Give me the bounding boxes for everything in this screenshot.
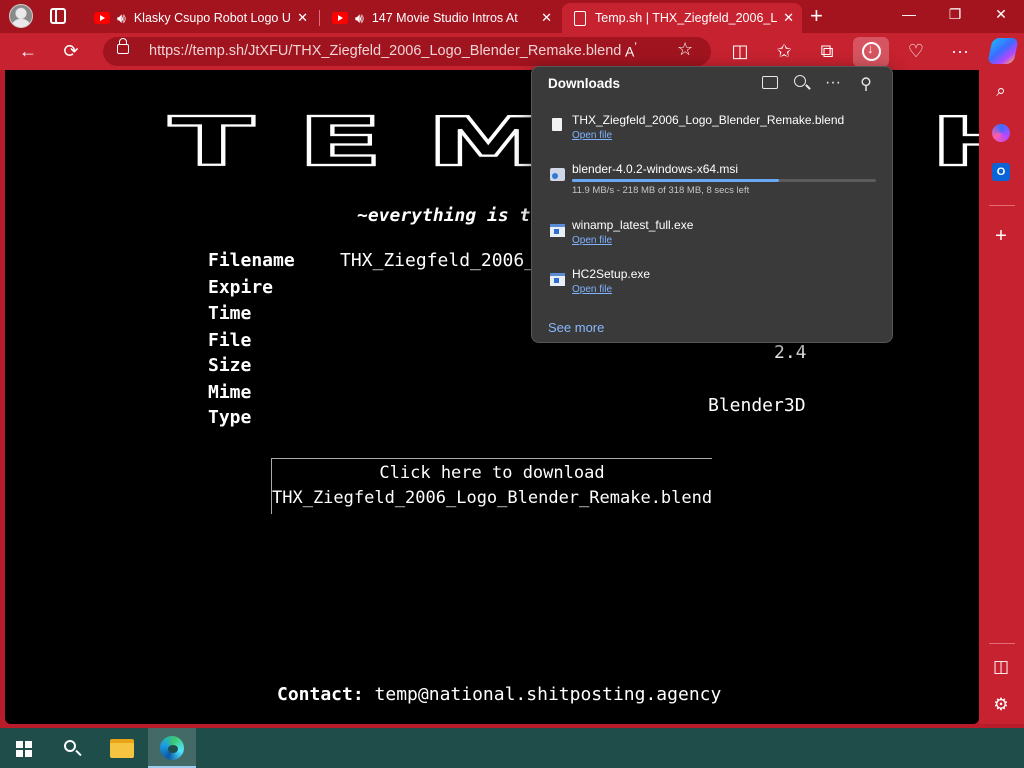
- contact-line: Contact: temp@national.shitposting.agenc…: [277, 684, 721, 705]
- info-label-expire: Expire: [208, 277, 274, 298]
- info-label-file: File: [208, 330, 252, 351]
- browser-essentials-icon[interactable]: ♡: [903, 39, 929, 63]
- browser-toolbar: ← ⟳ https://temp.sh/JtXFU/THX_Ziegfeld_2…: [0, 33, 1024, 70]
- edge-taskbar-button[interactable]: [148, 728, 196, 768]
- close-tab-icon[interactable]: ✕: [783, 10, 794, 26]
- minimize-button[interactable]: —: [894, 6, 924, 22]
- download-status: 11.9 MB/s - 218 MB of 318 MB, 8 secs lef…: [572, 185, 750, 196]
- split-screen-icon[interactable]: ◫: [727, 39, 753, 63]
- tab-title: Temp.sh | THX_Ziegfeld_2006_Lo: [595, 11, 778, 25]
- search-icon[interactable]: ⌕: [990, 80, 1012, 102]
- mime-value: Blender3D: [708, 395, 806, 416]
- size-value: 2.4: [774, 342, 807, 363]
- add-sidebar-app-icon[interactable]: +: [990, 225, 1012, 247]
- tab-klasky-csupo[interactable]: 🔊︎ Klasky Csupo Robot Logo U ✕: [84, 3, 316, 33]
- open-file-link[interactable]: Open file: [572, 130, 612, 141]
- downloads-flyout: Downloads ··· ⚲ THX_Ziegfeld_2006_Logo_B…: [531, 66, 893, 343]
- downloads-button[interactable]: [853, 37, 889, 67]
- edge-icon: [160, 736, 184, 760]
- speaker-icon[interactable]: 🔊︎: [117, 10, 126, 27]
- download-link-line2[interactable]: THX_Ziegfeld_2006_Logo_Blender_Remake.bl…: [272, 486, 712, 511]
- sidebar-divider: [989, 643, 1015, 644]
- file-explorer-icon[interactable]: [110, 739, 134, 758]
- tab-separator: [319, 10, 320, 26]
- download-filename[interactable]: HC2Setup.exe: [572, 267, 650, 281]
- copilot-icon[interactable]: [987, 38, 1019, 64]
- tab-strip: 🔊︎ Klasky Csupo Robot Logo U ✕ 🔊︎ 147 Mo…: [0, 0, 1024, 33]
- contact-label: Contact:: [277, 684, 364, 705]
- more-menu-icon[interactable]: ···: [947, 39, 973, 63]
- search-downloads-icon[interactable]: [794, 75, 806, 87]
- open-file-link[interactable]: Open file: [572, 284, 612, 295]
- read-aloud-icon[interactable]: Aʼ: [625, 41, 637, 60]
- info-label-filename: Filename: [208, 250, 295, 271]
- favorite-star-icon[interactable]: ☆: [677, 39, 693, 60]
- download-link-line1[interactable]: Click here to download: [272, 461, 712, 486]
- more-options-icon[interactable]: ···: [823, 74, 843, 92]
- refresh-button[interactable]: ⟳: [58, 39, 84, 63]
- back-button[interactable]: ←: [15, 39, 41, 63]
- lock-icon[interactable]: [117, 38, 129, 54]
- info-label-time: Time: [208, 303, 252, 324]
- info-label-mime: Mime: [208, 382, 252, 403]
- download-progress-fill: [572, 179, 779, 182]
- profile-avatar[interactable]: [9, 4, 33, 28]
- close-tab-icon[interactable]: ✕: [297, 10, 308, 26]
- download-file-link[interactable]: Click here to download THX_Ziegfeld_2006…: [271, 458, 712, 514]
- youtube-icon: [332, 12, 348, 24]
- exe-icon: [550, 224, 565, 237]
- address-bar[interactable]: https://temp.sh/JtXFU/THX_Ziegfeld_2006_…: [103, 37, 711, 66]
- download-filename[interactable]: blender-4.0.2-windows-x64.msi: [572, 162, 738, 176]
- tab-title: Klasky Csupo Robot Logo U: [133, 11, 291, 25]
- info-label-size: Size: [208, 355, 252, 376]
- tab-title: 147 Movie Studio Intros At: [371, 11, 518, 25]
- new-tab-button[interactable]: +: [810, 4, 823, 28]
- download-filename[interactable]: THX_Ziegfeld_2006_Logo_Blender_Remake.bl…: [572, 113, 844, 127]
- taskbar-search-icon[interactable]: [64, 740, 76, 752]
- document-icon: [574, 10, 586, 26]
- outlook-icon[interactable]: O: [992, 163, 1010, 181]
- installer-icon: [550, 168, 565, 181]
- tab-temp-sh[interactable]: Temp.sh | THX_Ziegfeld_2006_Lo ✕: [562, 3, 802, 33]
- edge-sidebar: ⌕ O + ◫ ⚙: [979, 70, 1024, 724]
- windows-start-icon[interactable]: [16, 741, 32, 757]
- site-tagline: ~everything is t: [357, 205, 531, 226]
- sidebar-divider: [989, 205, 1015, 206]
- exe-icon: [550, 273, 565, 286]
- copilot-sidebar-icon[interactable]: [992, 124, 1010, 142]
- hide-sidebar-icon[interactable]: ◫: [990, 656, 1012, 678]
- close-window-button[interactable]: ✕: [986, 6, 1016, 23]
- windows-taskbar: [0, 728, 1024, 768]
- contact-email[interactable]: temp@national.shitposting.agency: [375, 684, 722, 705]
- youtube-icon: [94, 12, 110, 24]
- restore-button[interactable]: ❐: [940, 6, 970, 23]
- open-folder-icon[interactable]: [762, 76, 778, 89]
- open-file-link[interactable]: Open file: [572, 235, 612, 246]
- close-tab-icon[interactable]: ✕: [541, 10, 552, 26]
- url-text[interactable]: https://temp.sh/JtXFU/THX_Ziegfeld_2006_…: [149, 43, 621, 59]
- pin-icon[interactable]: ⚲: [856, 74, 876, 94]
- see-more-link[interactable]: See more: [548, 320, 604, 335]
- tab-movie-studio-intros[interactable]: 🔊︎ 147 Movie Studio Intros At ✕: [322, 3, 560, 33]
- download-progress-bar: [572, 179, 876, 182]
- download-icon: [862, 41, 881, 61]
- tab-actions-icon[interactable]: [50, 8, 66, 24]
- collections-icon[interactable]: ⧉: [814, 39, 840, 63]
- filename-value: THX_Ziegfeld_2006_: [340, 250, 536, 271]
- sidebar-settings-icon[interactable]: ⚙: [990, 694, 1012, 716]
- downloads-title: Downloads: [548, 76, 621, 91]
- download-filename[interactable]: winamp_latest_full.exe: [572, 218, 693, 232]
- info-label-type: Type: [208, 407, 252, 428]
- favorites-icon[interactable]: ✩: [771, 39, 797, 63]
- speaker-icon[interactable]: 🔊︎: [355, 10, 364, 27]
- file-icon: [552, 118, 562, 131]
